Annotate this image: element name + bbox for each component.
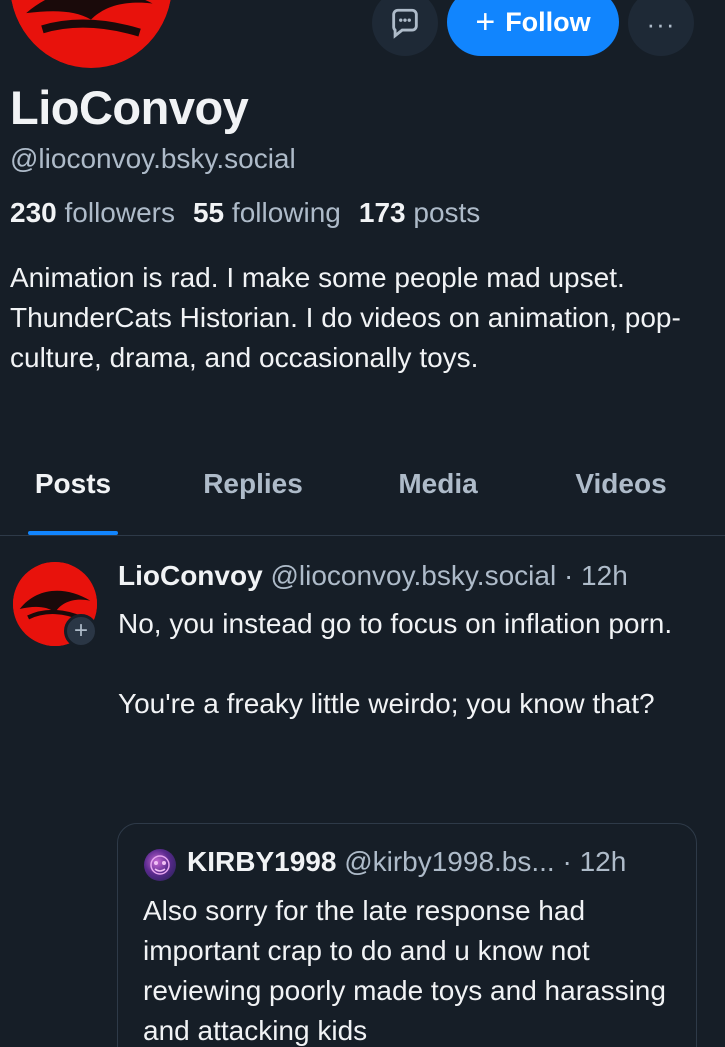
quoted-author-avatar (144, 849, 176, 881)
display-name: LioConvoy (10, 81, 249, 134)
message-button[interactable] (372, 0, 438, 56)
active-tab-indicator (28, 531, 118, 535)
post-paragraph: No, you instead go to focus on inflation… (118, 608, 673, 639)
profile-bio: Animation is rad. I make some people mad… (10, 262, 681, 373)
profile-screen: + Follow ··· LioConvoy @lioconvoy.bsky.s… (0, 0, 725, 1047)
tab-media[interactable]: Media (382, 468, 494, 536)
tab-videos[interactable]: Videos (562, 468, 680, 536)
quoted-author-name: KIRBY1998 (187, 846, 337, 877)
kirby-avatar-icon (150, 855, 170, 875)
more-options-button[interactable]: ··· (628, 0, 694, 56)
post-paragraph: You're a freaky little weirdo; you know … (118, 688, 655, 719)
posts-stat: 173 posts (359, 197, 480, 229)
post-header: LioConvoy @lioconvoy.bsky.social · 12h (118, 560, 628, 592)
post-body: No, you instead go to focus on inflation… (118, 604, 708, 724)
profile-tabs: Posts Replies Media Videos (0, 468, 725, 536)
following-label: following (231, 197, 341, 228)
following-stat[interactable]: 55 following (193, 197, 341, 229)
follow-button[interactable]: + Follow (447, 0, 619, 56)
profile-avatar[interactable] (10, 0, 172, 68)
post-author-name[interactable]: LioConvoy (118, 560, 263, 591)
plus-icon: + (475, 3, 496, 41)
quoted-post-header: KIRBY1998 @kirby1998.bs... · 12h (187, 846, 626, 878)
quoted-author-handle: @kirby1998.bs... (344, 846, 555, 877)
quoted-timestamp: · 12h (562, 846, 627, 877)
profile-handle: @lioconvoy.bsky.social (10, 143, 296, 174)
following-count: 55 (192, 197, 225, 228)
post-author-handle[interactable]: @lioconvoy.bsky.social (270, 560, 556, 591)
tab-posts[interactable]: Posts (28, 468, 118, 536)
followers-count: 230 (10, 197, 57, 228)
quoted-post-card[interactable]: KIRBY1998 @kirby1998.bs... · 12h Also so… (117, 823, 697, 1047)
post-timestamp: · 12h (563, 560, 628, 591)
quoted-post-body: Also sorry for the late response had imp… (143, 895, 666, 1046)
follow-author-plus-icon[interactable]: + (64, 614, 98, 648)
followers-label: followers (64, 197, 175, 228)
followers-stat[interactable]: 230 followers (10, 197, 175, 229)
tab-replies[interactable]: Replies (190, 468, 316, 536)
posts-count: 173 (358, 197, 406, 228)
thundercats-logo-icon (10, 0, 172, 65)
message-bubble-icon (392, 8, 418, 39)
profile-stats: 230 followers 55 following 173 posts (10, 197, 480, 229)
follow-label: Follow (505, 6, 591, 37)
ellipsis-icon: ··· (646, 9, 676, 39)
posts-label: posts (413, 197, 481, 228)
